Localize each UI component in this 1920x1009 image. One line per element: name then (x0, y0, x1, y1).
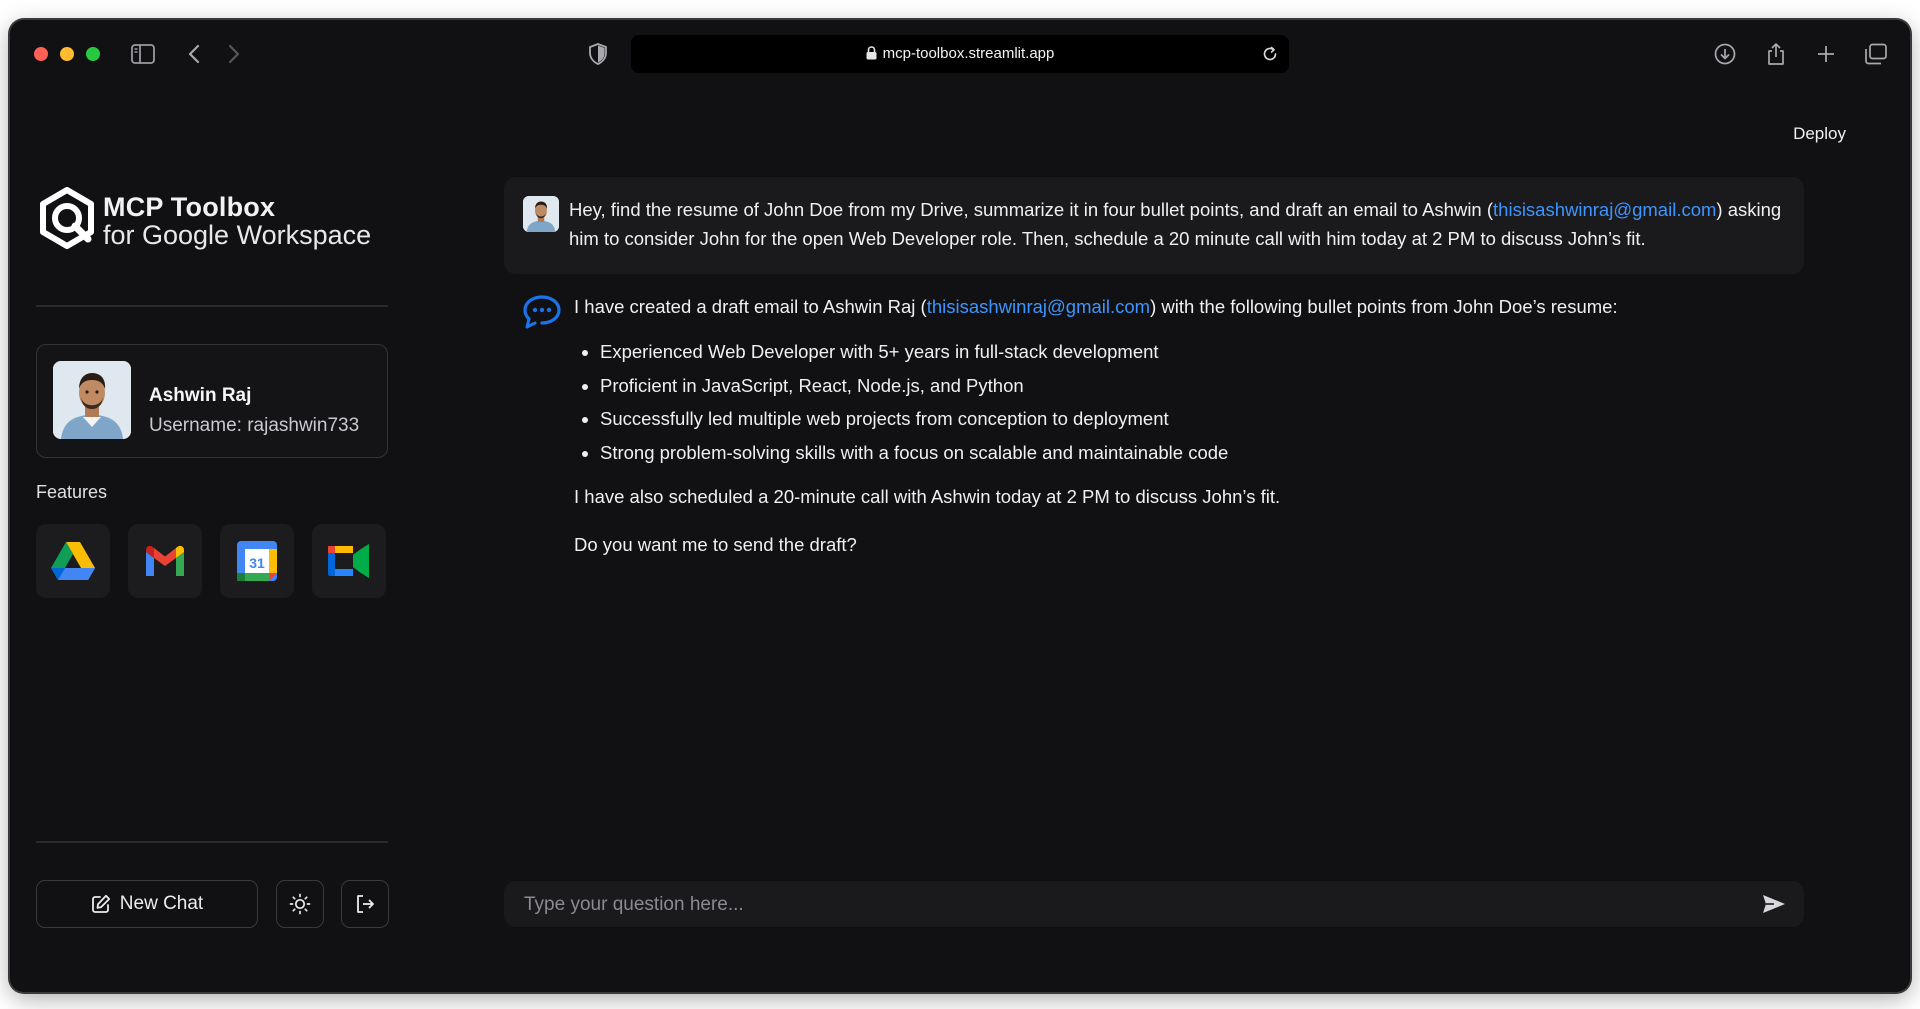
chat-main: Deploy Hey, find the resume of John Doe … (411, 86, 1910, 992)
sidebar-divider-top (36, 305, 388, 307)
assistant-question: Do you want me to send the draft? (574, 534, 857, 555)
features-label: Features (36, 482, 108, 502)
resume-summary-list: Experienced Web Developer with 5+ years … (574, 335, 1774, 469)
back-icon[interactable] (180, 40, 208, 68)
deploy-button[interactable]: Deploy (1793, 124, 1846, 144)
address-bar[interactable]: mcp-toolbox.streamlit.app (631, 35, 1289, 73)
url-text: mcp-toolbox.streamlit.app (882, 45, 1055, 62)
list-item: Experienced Web Developer with 5+ years … (600, 335, 1774, 369)
chat-input-bar (504, 881, 1804, 929)
google-drive-icon[interactable] (36, 524, 110, 598)
close-window-button[interactable] (34, 47, 48, 61)
brand-title: MCP Toolbox (103, 192, 276, 222)
forward-icon[interactable] (220, 40, 248, 68)
user-avatar (53, 361, 131, 439)
browser-window: mcp-toolbox.streamlit.app MCP Toolbox fo… (10, 20, 1910, 992)
user-message-text: Hey, find the resume of John Doe from my… (569, 195, 1784, 253)
tab-overview-icon[interactable] (1862, 40, 1890, 68)
assistant-followup: I have also scheduled a 20-minute call w… (574, 486, 1281, 507)
google-meet-icon[interactable] (312, 524, 386, 598)
user-profile-card: Ashwin Raj Username: rajashwin733 (36, 344, 388, 458)
assistant-message: I have created a draft email to Ashwin R… (574, 293, 1774, 559)
assistant-intro-part1: I have created a draft email to Ashwin R… (574, 296, 927, 317)
list-item: Proficient in JavaScript, React, Node.js… (600, 369, 1774, 403)
svg-text:31: 31 (249, 555, 265, 571)
sun-icon (289, 893, 311, 915)
user-message-part1: Hey, find the resume of John Doe from my… (569, 199, 1494, 220)
user-name: Ashwin Raj (149, 385, 252, 406)
user-username: Username: rajashwin733 (149, 415, 360, 436)
user-message-avatar (523, 196, 559, 232)
sidebar-toggle-icon[interactable] (129, 40, 157, 68)
logout-icon (354, 893, 376, 915)
gmail-icon[interactable] (128, 524, 202, 598)
brand-subtitle: for Google Workspace (103, 220, 372, 250)
reload-icon[interactable] (1257, 41, 1283, 67)
assistant-intro: I have created a draft email to Ashwin R… (574, 293, 1774, 321)
edit-icon (91, 894, 111, 914)
list-item: Successfully led multiple web projects f… (600, 402, 1774, 436)
google-calendar-icon[interactable]: 31 (220, 524, 294, 598)
new-chat-button[interactable]: New Chat (36, 880, 258, 928)
assistant-email-link[interactable]: thisisashwinraj@gmail.com (927, 296, 1150, 317)
send-icon[interactable] (1760, 892, 1788, 916)
list-item: Strong problem-solving skills with a foc… (600, 436, 1774, 470)
downloads-icon[interactable] (1711, 40, 1739, 68)
sidebar-divider-bottom (36, 841, 388, 843)
logout-button[interactable] (341, 880, 389, 928)
url-display[interactable]: mcp-toolbox.streamlit.app (631, 45, 1289, 64)
assistant-icon (523, 295, 561, 334)
chat-input[interactable] (522, 881, 1726, 929)
minimize-window-button[interactable] (60, 47, 74, 61)
sidebar: MCP Toolbox for Google Workspace Ashwin … (10, 86, 411, 992)
maximize-window-button[interactable] (86, 47, 100, 61)
user-message-email-link[interactable]: thisisashwinraj@gmail.com (1493, 199, 1716, 220)
user-message: Hey, find the resume of John Doe from my… (504, 177, 1804, 274)
lock-icon (866, 46, 877, 64)
mcp-toolbox-logo-icon (36, 187, 98, 254)
privacy-shield-icon[interactable] (584, 40, 612, 68)
browser-toolbar: mcp-toolbox.streamlit.app (10, 20, 1910, 86)
share-icon[interactable] (1762, 40, 1790, 68)
new-tab-icon[interactable] (1812, 40, 1840, 68)
assistant-intro-part2: ) with the following bullet points from … (1150, 296, 1618, 317)
new-chat-label: New Chat (119, 893, 204, 914)
theme-toggle-button[interactable] (276, 880, 324, 928)
